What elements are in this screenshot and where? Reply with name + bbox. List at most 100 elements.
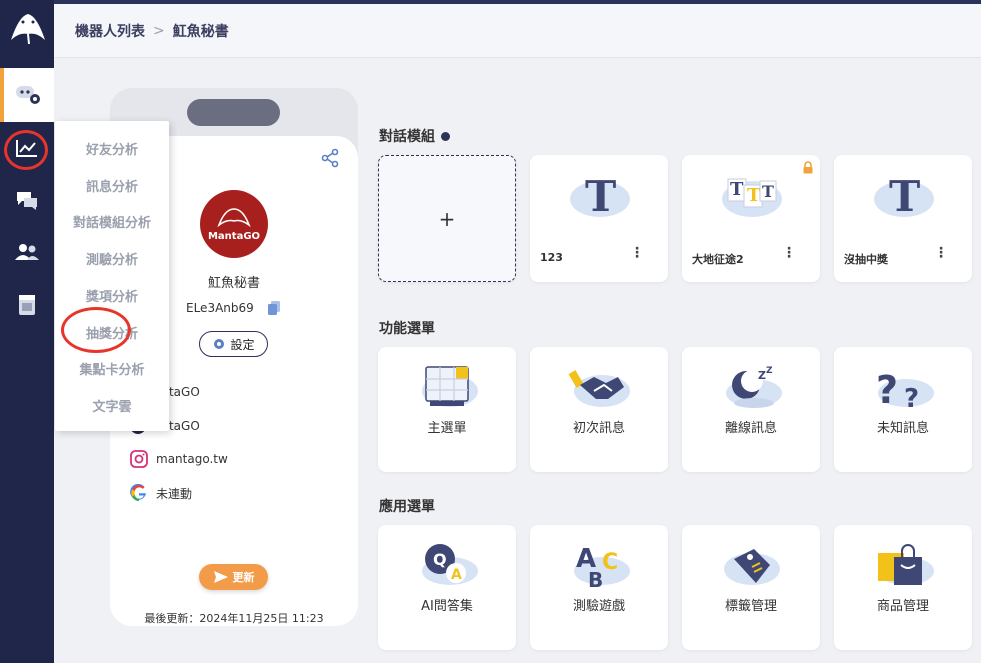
menu-item-friend-analytics[interactable]: 好友分析 [55, 139, 169, 158]
social-row-google: 未連動 [130, 484, 192, 502]
multi-text-module-icon: T T T [722, 178, 782, 217]
add-dialog-module-button[interactable]: + [378, 155, 516, 282]
section-title-text: 應用選單 [379, 499, 435, 515]
section-title-dialog-modules: 對話模組 [379, 126, 450, 146]
highlight-ring [61, 307, 131, 353]
card-menu-button[interactable]: ⋮ [782, 245, 796, 261]
svg-text:?: ? [876, 368, 898, 411]
sleep-moon-icon: Z Z [726, 366, 782, 408]
status-dot [441, 131, 450, 141]
menu-item-word-cloud[interactable]: 文字雲 [55, 396, 169, 415]
card-label: 未知訊息 [876, 421, 929, 436]
function-card-unknown-message[interactable]: ? ? 未知訊息 [834, 347, 972, 472]
svg-text:T: T [730, 179, 744, 200]
section-title-app-menu: 應用選單 [379, 496, 435, 516]
abc-blocks-icon: A B C [574, 544, 630, 589]
card-label: 測驗遊戲 [572, 599, 625, 614]
question-marks-icon: ? ? [876, 368, 934, 411]
menu-item-message-analytics[interactable]: 訊息分析 [55, 176, 169, 195]
dialog-module-card[interactable]: T 123 ⋮ [530, 155, 668, 282]
sidebar [0, 0, 54, 663]
menu-item-stamp-card-analytics[interactable]: 集點卡分析 [55, 359, 169, 378]
instagram-icon [130, 450, 148, 468]
send-icon [213, 571, 228, 583]
sidebar-item-messages[interactable] [0, 183, 54, 217]
users-icon [15, 244, 39, 260]
tag-icon [724, 549, 780, 585]
svg-text:B: B [588, 568, 603, 589]
settings-label: 設定 [230, 337, 255, 352]
robot-settings-icon [16, 86, 40, 104]
svg-text:T: T [762, 182, 774, 201]
card-label: 沒抽中獎 [844, 253, 888, 266]
google-icon [130, 484, 146, 501]
svg-text:?: ? [904, 384, 919, 411]
bot-id: ELe3Anb69 [186, 301, 254, 315]
card-menu-button[interactable]: ⋮ [630, 245, 644, 261]
lock-icon [803, 161, 813, 174]
settings-button[interactable]: 設定 [199, 331, 268, 357]
manta-logo-icon[interactable] [9, 10, 47, 46]
card-label: 123 [540, 251, 563, 264]
main-menu-icon [422, 366, 478, 407]
app-card-quiz-game[interactable]: A B C 測驗遊戲 [530, 525, 668, 650]
update-label: 更新 [232, 571, 255, 584]
function-card-main-menu[interactable]: 主選單 [378, 347, 516, 472]
app-card-product-management[interactable]: 商品管理 [834, 525, 972, 650]
app-card-ai-qa[interactable]: Q A AI問答集 [378, 525, 516, 650]
app-card-tag-management[interactable]: 標籤管理 [682, 525, 820, 650]
ai-document-icon [19, 295, 35, 315]
breadcrumb-separator: > [153, 22, 165, 39]
svg-text:T: T [585, 172, 616, 219]
card-label: 離線訊息 [724, 421, 777, 436]
card-label: 主選單 [427, 421, 467, 436]
function-card-first-message[interactable]: 初次訊息 [530, 347, 668, 472]
update-button[interactable]: 更新 [199, 564, 268, 590]
chat-bubbles-icon [17, 192, 37, 210]
section-title-text: 對話模組 [379, 129, 435, 145]
sidebar-item-users[interactable] [0, 235, 54, 269]
social-instagram-text: mantago.tw [156, 452, 228, 466]
avatar-text: MantaGO [207, 230, 261, 242]
card-menu-button[interactable]: ⋮ [934, 245, 948, 261]
social-google-text: 未連動 [156, 486, 193, 501]
menu-item-quiz-analytics[interactable]: 測驗分析 [55, 249, 169, 268]
svg-text:Z: Z [758, 369, 766, 382]
share-icon[interactable] [320, 148, 340, 168]
breadcrumb-parent[interactable]: 機器人列表 [75, 21, 145, 41]
svg-text:T: T [747, 185, 761, 206]
last-update-text: 最後更新：2024年11月25日 11:23 [144, 612, 324, 625]
function-card-offline-message[interactable]: Z Z 離線訊息 [682, 347, 820, 472]
section-title-function-menu: 功能選單 [379, 318, 435, 338]
breadcrumb-current: 魟魚秘書 [172, 23, 229, 40]
section-title-text: 功能選單 [379, 321, 435, 337]
manta-avatar-icon [217, 207, 251, 227]
phone-notch [187, 99, 280, 126]
highlight-ring [4, 130, 48, 170]
add-label: + [438, 206, 456, 231]
card-label: 商品管理 [876, 599, 929, 614]
menu-item-prize-analytics[interactable]: 獎項分析 [55, 286, 169, 305]
analytics-dropdown-menu: 好友分析 訊息分析 對話模組分析 測驗分析 獎項分析 抽獎分析 集點卡分析 文字… [55, 121, 169, 431]
gear-icon [214, 339, 225, 349]
avatar: MantaGO [200, 190, 268, 258]
sidebar-item-bot-settings[interactable] [0, 68, 54, 122]
svg-text:Z: Z [766, 366, 773, 376]
menu-item-dialog-module-analytics[interactable]: 對話模組分析 [55, 212, 169, 231]
svg-text:C: C [602, 550, 618, 575]
sidebar-item-ai-docs[interactable] [0, 288, 54, 322]
card-label: 大地征途2 [692, 253, 744, 266]
copy-icon[interactable] [267, 300, 281, 316]
svg-text:A: A [451, 567, 462, 583]
social-row-instagram: mantago.tw [130, 450, 228, 468]
card-label: AI問答集 [421, 599, 473, 614]
breadcrumb: 機器人列表 > 魟魚秘書 [54, 4, 981, 58]
svg-text:Q: Q [433, 550, 447, 569]
text-module-icon: T [570, 172, 630, 219]
qa-chat-icon: Q A [422, 544, 478, 585]
card-label: 標籤管理 [724, 599, 777, 614]
dialog-module-card[interactable]: T T T 大地征途2 ⋮ [682, 155, 820, 282]
dialog-module-card[interactable]: T 沒抽中獎 ⋮ [834, 155, 972, 282]
text-module-icon: T [874, 172, 934, 219]
shopping-bag-icon [878, 544, 934, 585]
